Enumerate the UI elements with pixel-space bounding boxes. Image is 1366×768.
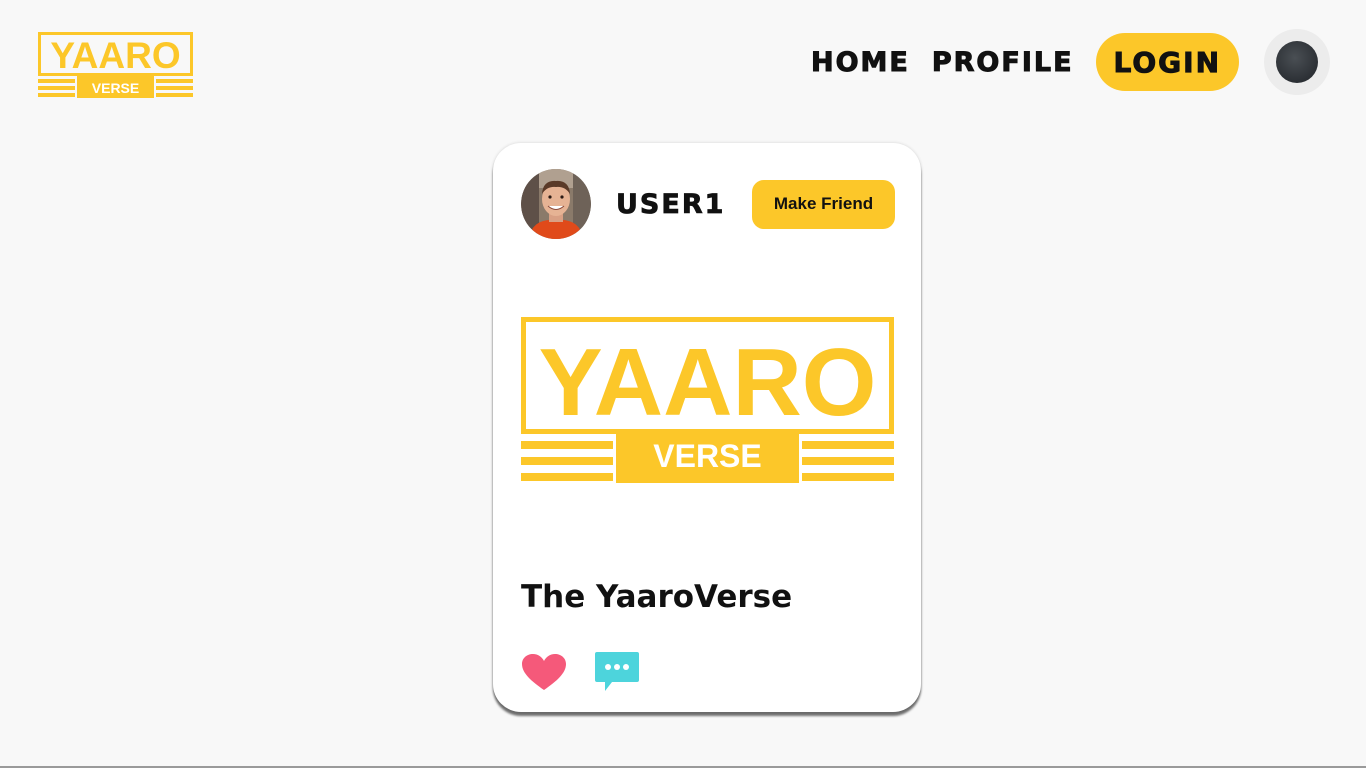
- post-card: USER1 Make Friend YAARO VERSE The YaaroV…: [493, 143, 921, 712]
- user-avatar[interactable]: [521, 168, 591, 240]
- post-title: The YaaroVerse: [521, 579, 793, 615]
- main-nav: HOME PROFILE LOGIN: [810, 29, 1330, 95]
- login-button[interactable]: LOGIN: [1095, 33, 1239, 91]
- make-friend-button[interactable]: Make Friend: [752, 179, 895, 229]
- post-actions: [521, 651, 640, 693]
- svg-text:YAARO: YAARO: [539, 329, 877, 436]
- nav-home-link[interactable]: HOME: [810, 46, 910, 78]
- nav-profile-link[interactable]: PROFILE: [931, 46, 1074, 78]
- post-image: YAARO VERSE: [521, 317, 894, 483]
- theme-toggle-button[interactable]: [1264, 29, 1330, 95]
- page: YAARO VERSE HOME PROFILE LOGIN USER1 Mak…: [0, 0, 1366, 768]
- svg-text:YAARO: YAARO: [50, 35, 180, 76]
- svg-text:VERSE: VERSE: [653, 438, 761, 474]
- heart-icon[interactable]: [521, 653, 567, 691]
- post-username[interactable]: USER1: [616, 188, 725, 220]
- comment-icon[interactable]: [594, 651, 640, 693]
- dark-mode-icon: [1276, 41, 1318, 83]
- yaaroverse-logo[interactable]: YAARO VERSE: [38, 32, 193, 102]
- post-header: USER1 Make Friend: [521, 168, 895, 240]
- svg-text:VERSE: VERSE: [92, 80, 139, 96]
